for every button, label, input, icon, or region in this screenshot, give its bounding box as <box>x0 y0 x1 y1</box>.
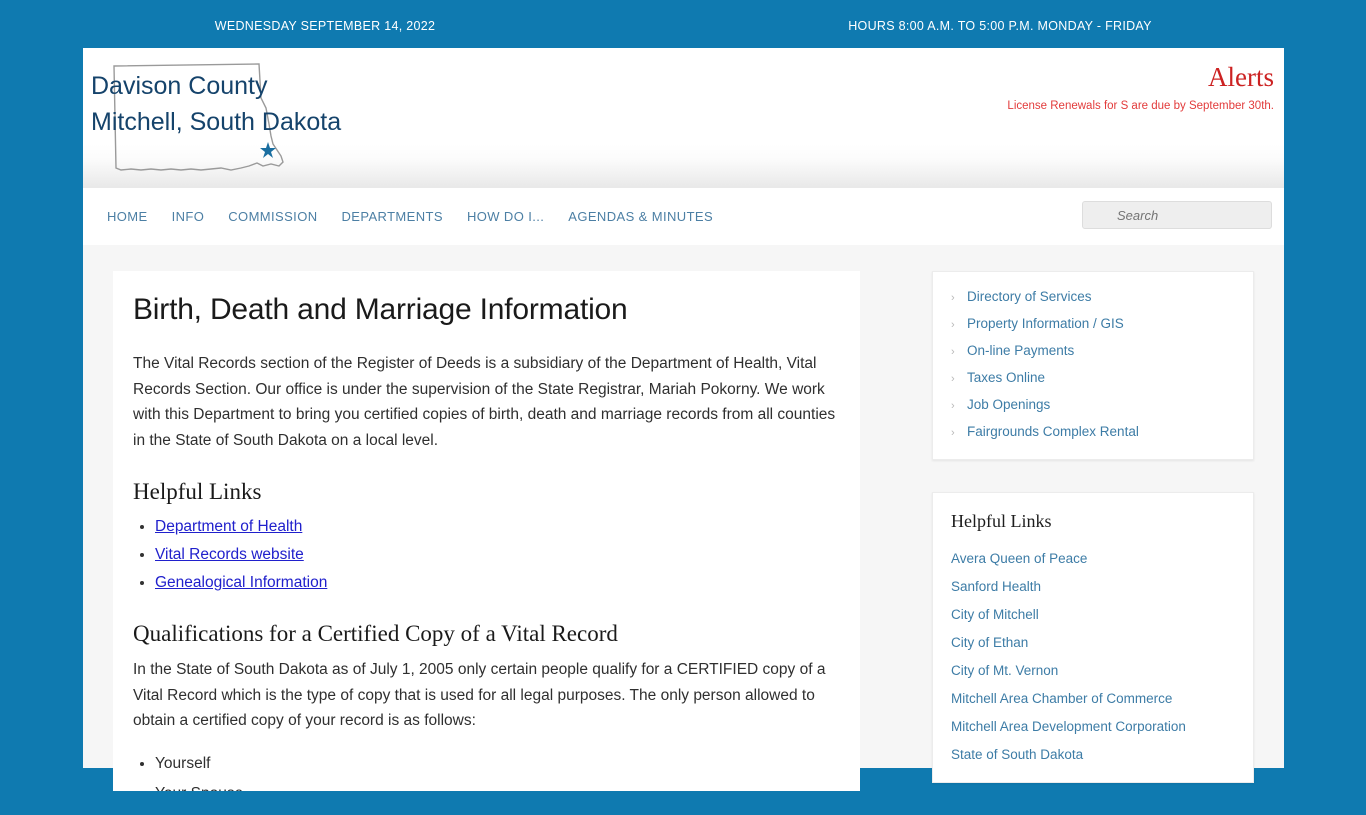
list-item: › Property Information / GIS <box>951 315 1235 333</box>
list-item: Mitchell Area Chamber of Commerce <box>951 690 1235 708</box>
helpful-links-heading: Helpful Links <box>133 479 262 504</box>
alerts-title: Alerts <box>1208 62 1274 92</box>
chevron-right-icon: › <box>951 292 955 304</box>
sidebar-helpful-link[interactable]: City of Mt. Vernon <box>951 663 1058 678</box>
sidebar-helpful-links-heading: Helpful Links <box>951 511 1052 531</box>
chevron-right-icon: › <box>951 319 955 331</box>
sidebar-helpful-links-list: Avera Queen of Peace Sanford Health City o… <box>951 550 1235 764</box>
list-item: Sanford Health <box>951 578 1235 596</box>
search-box[interactable] <box>1082 201 1272 229</box>
chevron-right-icon: › <box>951 400 955 412</box>
helpful-link[interactable]: Department of Health <box>155 518 302 535</box>
sidebar-helpful-link[interactable]: Avera Queen of Peace <box>951 551 1087 566</box>
alerts-block: Alerts License Renewals for S are due by… <box>754 60 1274 114</box>
nav-item-how-do-i[interactable]: HOW DO I... <box>455 209 556 224</box>
main-content-card: Birth, Death and Marriage Information Th… <box>113 271 860 791</box>
list-item: City of Mt. Vernon <box>951 662 1235 680</box>
nav-item-commission[interactable]: COMMISSION <box>216 209 329 224</box>
site-logo-text: Davison County Mitchell, South Dakota <box>91 72 342 136</box>
sidebar-helpful-link[interactable]: Mitchell Area Development Corporation <box>951 719 1186 734</box>
main-navigation-bar: HOME INFO COMMISSION DEPARTMENTS HOW DO I...… <box>83 188 1284 245</box>
quick-link[interactable]: Directory of Services <box>967 288 1092 306</box>
main-nav-list: HOME INFO COMMISSION DEPARTMENTS HOW DO I...… <box>95 188 725 245</box>
list-item: State of South Dakota <box>951 746 1235 764</box>
list-item: City of Mitchell <box>951 606 1235 624</box>
qualifications-paragraph: In the State of South Dakota as of July … <box>133 661 826 729</box>
list-item: › Directory of Services <box>951 288 1235 306</box>
qualifications-heading: Qualifications for a Certified Copy of a… <box>133 621 618 646</box>
list-item: Genealogical Information <box>155 571 840 595</box>
list-item: Department of Health <box>155 515 840 539</box>
intro-paragraph: The Vital Records section of the Registe… <box>133 355 836 449</box>
list-item: Your Spouse <box>155 782 840 792</box>
office-hours-text: HOURS 8:00 A.M. TO 5:00 P.M. MONDAY - FR… <box>848 19 1152 33</box>
helpful-links-list: Department of Health Vital Records websit… <box>133 515 840 595</box>
site-masthead: Davison County Mitchell, South Dakota Al… <box>83 48 1284 188</box>
sidebar-helpful-link[interactable]: State of South Dakota <box>951 747 1083 762</box>
chevron-right-icon: › <box>951 427 955 439</box>
nav-item-home[interactable]: HOME <box>95 209 160 224</box>
quick-link[interactable]: Taxes Online <box>967 369 1045 387</box>
quick-link[interactable]: Job Openings <box>967 396 1050 414</box>
nav-item-info[interactable]: INFO <box>160 209 217 224</box>
page-container: Davison County Mitchell, South Dakota Al… <box>83 48 1284 791</box>
helpful-link[interactable]: Genealogical Information <box>155 574 327 591</box>
chevron-right-icon: › <box>951 346 955 358</box>
sidebar: › Directory of Services › Property Informat… <box>932 271 1254 815</box>
list-item: › Job Openings <box>951 396 1235 414</box>
search-input[interactable] <box>1082 201 1272 229</box>
quick-link[interactable]: Fairgrounds Complex Rental <box>967 423 1139 441</box>
qualifications-list: Yourself Your Spouse <box>133 752 840 792</box>
page-body: Birth, Death and Marriage Information Th… <box>83 245 1284 791</box>
page-title: Birth, Death and Marriage Information <box>133 293 628 326</box>
sidebar-helpful-link[interactable]: Sanford Health <box>951 579 1041 594</box>
helpful-link[interactable]: Vital Records website <box>155 546 304 563</box>
quick-links-list: › Directory of Services › Property Informat… <box>951 288 1235 441</box>
sidebar-helpful-link[interactable]: City of Ethan <box>951 635 1028 650</box>
chevron-right-icon: › <box>951 373 955 385</box>
quick-links-box: › Directory of Services › Property Informat… <box>932 271 1254 460</box>
sidebar-helpful-link[interactable]: Mitchell Area Chamber of Commerce <box>951 691 1172 706</box>
site-logo[interactable]: Davison County Mitchell, South Dakota <box>83 48 683 188</box>
list-item: › On-line Payments <box>951 342 1235 360</box>
top-utility-bar: WEDNESDAY SEPTEMBER 14, 2022 HOURS 8:00 … <box>0 0 1366 48</box>
nav-item-departments[interactable]: DEPARTMENTS <box>330 209 455 224</box>
sidebar-helpful-link[interactable]: City of Mitchell <box>951 607 1039 622</box>
sidebar-helpful-links-box: Helpful Links Avera Queen of Peace Sanfor… <box>932 492 1254 783</box>
list-item: › Taxes Online <box>951 369 1235 387</box>
alerts-message: License Renewals for S are due by Septem… <box>1007 100 1274 112</box>
quick-link[interactable]: On-line Payments <box>967 342 1074 360</box>
list-item: Yourself <box>155 752 840 776</box>
nav-item-agendas-minutes[interactable]: AGENDAS & MINUTES <box>556 209 725 224</box>
quick-link[interactable]: Property Information / GIS <box>967 315 1124 333</box>
list-item: City of Ethan <box>951 634 1235 652</box>
list-item: Mitchell Area Development Corporation <box>951 718 1235 736</box>
list-item: › Fairgrounds Complex Rental <box>951 423 1235 441</box>
current-date-text: WEDNESDAY SEPTEMBER 14, 2022 <box>214 19 436 33</box>
list-item: Avera Queen of Peace <box>951 550 1235 568</box>
list-item: Vital Records website <box>155 543 840 567</box>
